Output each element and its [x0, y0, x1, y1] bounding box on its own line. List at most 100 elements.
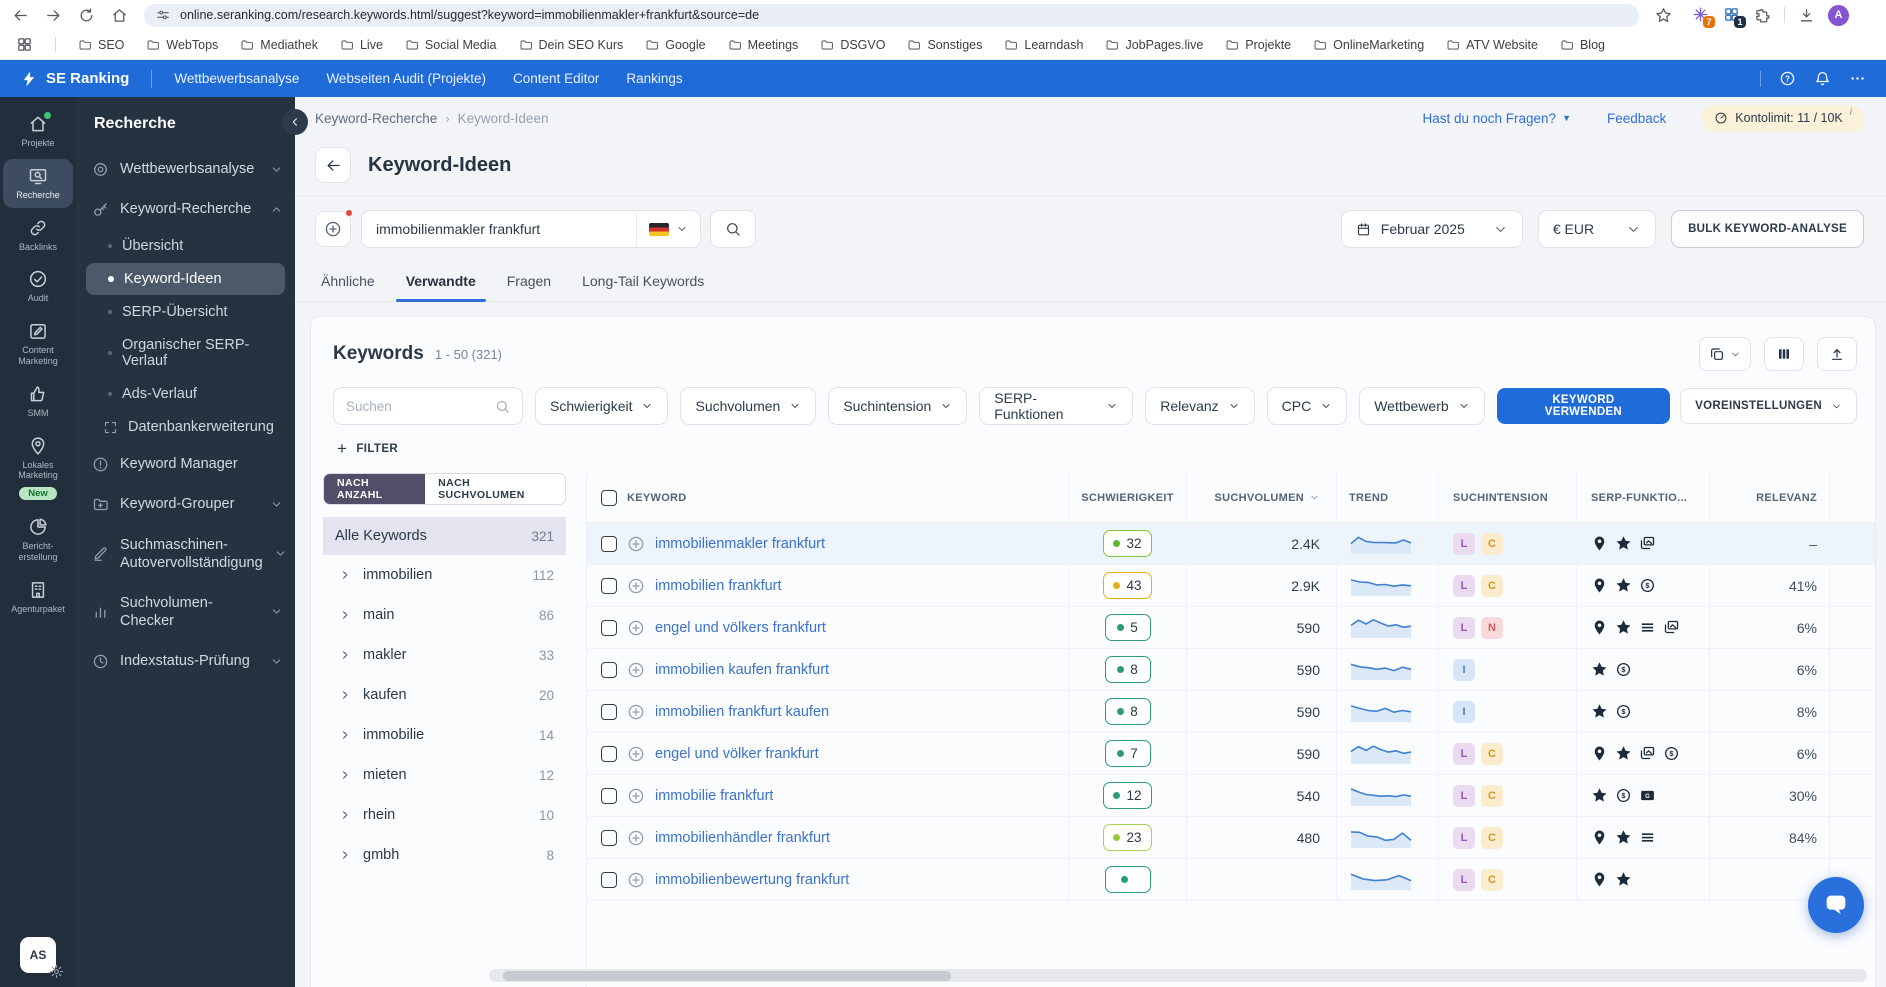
rail-item-backlinks[interactable]: Backlinks	[3, 211, 73, 260]
bookmark-star-icon[interactable]	[1655, 7, 1672, 24]
bulk-analysis-button[interactable]: BULK KEYWORD-ANALYSE	[1671, 210, 1864, 248]
rail-item-agenturpaket[interactable]: Agenturpaket	[3, 573, 73, 622]
sidebar-subitem-datenbankerweiterung[interactable]: Datenbankerweiterung	[86, 411, 285, 443]
tab-verwandte[interactable]: Verwandte	[395, 265, 486, 302]
table-search-input[interactable]	[346, 398, 487, 414]
extension-2[interactable]: 1	[1723, 6, 1746, 28]
row-checkbox[interactable]	[601, 829, 617, 846]
plus-circle-icon[interactable]	[627, 871, 645, 889]
sidebar-item-keyword-manager[interactable]: Keyword Manager	[76, 444, 295, 484]
plus-circle-icon[interactable]	[627, 661, 645, 679]
date-select[interactable]: Februar 2025	[1340, 210, 1523, 248]
keyword-link[interactable]: immobilien frankfurt kaufen	[655, 704, 829, 720]
group-toggle-0[interactable]: NACH ANZAHL	[324, 474, 426, 504]
row-checkbox[interactable]	[601, 787, 617, 804]
plus-circle-icon[interactable]	[627, 829, 645, 847]
keyword-link[interactable]: immobilie frankfurt	[655, 788, 773, 804]
plus-circle-icon[interactable]	[627, 745, 645, 763]
sidebar-item-suchmaschinen-autovervollst-ndigung[interactable]: Suchmaschinen-Autovervollständigung	[76, 525, 295, 583]
topnav-item[interactable]: Webseiten Audit (Projekte)	[326, 71, 486, 86]
home-icon[interactable]	[111, 7, 128, 24]
keyword-link[interactable]: engel und völker frankfurt	[655, 746, 819, 762]
keyword-link[interactable]: immobilien kaufen frankfurt	[655, 662, 829, 678]
row-checkbox[interactable]	[601, 535, 617, 552]
group-item-main[interactable]: main 86	[323, 595, 566, 635]
plus-circle-icon[interactable]	[627, 535, 645, 553]
table-row[interactable]: immobilie frankfurt 12 540 L C $ G 30%	[587, 775, 1875, 817]
tab-long-tail-keywords[interactable]: Long-Tail Keywords	[580, 265, 706, 301]
extension-1[interactable]: 7	[1692, 6, 1715, 28]
rail-item-content-marketing[interactable]: Content Marketing	[3, 314, 73, 374]
search-button[interactable]	[710, 210, 756, 248]
tab-fragen[interactable]: Fragen	[505, 265, 553, 301]
filter-pill-cpc[interactable]: CPC	[1266, 387, 1348, 425]
table-row[interactable]: immobilien frankfurt kaufen 8 590 I $8%	[587, 691, 1875, 733]
back-icon[interactable]	[12, 7, 29, 24]
rail-item-bericht-erstellung[interactable]: Bericht-erstellung	[3, 510, 73, 570]
filter-pill-suchvolumen[interactable]: Suchvolumen	[680, 387, 817, 425]
bookmark-item[interactable]: DSGVO	[820, 38, 885, 52]
downloads-icon[interactable]	[1798, 7, 1815, 24]
sidebar-subitem--bersicht[interactable]: Übersicht	[86, 230, 285, 262]
all-keywords-item[interactable]: Alle Keywords 321	[323, 517, 566, 555]
group-item-gmbh[interactable]: gmbh 8	[323, 835, 566, 875]
breadcrumb-parent[interactable]: Keyword-Recherche	[315, 111, 437, 126]
bookmark-item[interactable]: SEO	[78, 38, 124, 52]
region-select[interactable]	[636, 211, 700, 247]
bookmark-item[interactable]: JobPages.live	[1105, 38, 1203, 52]
bookmark-item[interactable]: Projekte	[1225, 38, 1291, 52]
row-checkbox[interactable]	[601, 577, 617, 594]
plus-circle-icon[interactable]	[627, 619, 645, 637]
rail-item-audit[interactable]: Audit	[3, 262, 73, 311]
tab-groups-icon[interactable]	[16, 36, 33, 53]
table-row[interactable]: immobilien kaufen frankfurt 8 590 I $6%	[587, 649, 1875, 691]
filter-pill-wettbewerb[interactable]: Wettbewerb	[1359, 387, 1485, 425]
table-row[interactable]: immobilienbewertung frankfurt L C	[587, 859, 1875, 901]
help-icon[interactable]: ?	[1779, 70, 1796, 87]
bookmark-item[interactable]: Social Media	[405, 38, 497, 52]
group-toggle-1[interactable]: NACH SUCHVOLUMEN	[425, 474, 565, 504]
plus-circle-icon[interactable]	[627, 577, 645, 595]
row-checkbox[interactable]	[601, 871, 617, 888]
bookmark-item[interactable]: Mediathek	[240, 38, 318, 52]
bookmark-item[interactable]: Learndash	[1004, 38, 1083, 52]
table-row[interactable]: immobilienhändler frankfurt 23 480 L C 84%	[587, 817, 1875, 859]
group-item-kaufen[interactable]: kaufen 20	[323, 675, 566, 715]
sidebar-item-keyword-grouper[interactable]: Keyword-Grouper	[76, 484, 295, 524]
keyword-link[interactable]: immobilien frankfurt	[655, 578, 782, 594]
group-item-rhein[interactable]: rhein 10	[323, 795, 566, 835]
gear-icon[interactable]	[49, 964, 64, 979]
keyword-link[interactable]: immobilienbewertung frankfurt	[655, 872, 849, 888]
topnav-item[interactable]: Content Editor	[513, 71, 599, 86]
keyword-link[interactable]: immobilienhändler frankfurt	[655, 830, 830, 846]
use-keyword-button[interactable]: KEYWORD VERWENDEN	[1496, 388, 1671, 424]
group-item-makler[interactable]: makler 33	[323, 635, 566, 675]
url-bar[interactable]: online.seranking.com/research.keywords.h…	[144, 3, 1639, 27]
bookmark-item[interactable]: Blog	[1560, 38, 1605, 52]
rail-item-lokales-marketing[interactable]: Lokales Marketing New	[3, 429, 73, 508]
back-button[interactable]	[315, 147, 351, 183]
filter-pill-relevanz[interactable]: Relevanz	[1145, 387, 1255, 425]
topnav-item[interactable]: Wettbewerbsanalyse	[174, 71, 299, 86]
filter-pill-suchintension[interactable]: Suchintension	[828, 387, 968, 425]
table-row[interactable]: engel und völker frankfurt 7 590 L C $6%	[587, 733, 1875, 775]
row-checkbox[interactable]	[601, 619, 617, 636]
extensions-puzzle-icon[interactable]	[1754, 7, 1771, 24]
row-checkbox[interactable]	[601, 703, 617, 720]
filter-pill-serp-funktionen[interactable]: SERP-Funktionen	[979, 387, 1134, 425]
filter-pill-schwierigkeit[interactable]: Schwierigkeit	[535, 387, 669, 425]
group-item-mieten[interactable]: mieten 12	[323, 755, 566, 795]
browser-avatar[interactable]: A	[1828, 4, 1849, 26]
bookmark-item[interactable]: WebTops	[146, 38, 218, 52]
sidebar-subitem-organischer-serp-verlauf[interactable]: Organischer SERP-Verlauf	[86, 329, 285, 377]
columns-button[interactable]	[1764, 337, 1804, 371]
group-item-immobilie[interactable]: immobilie 14	[323, 715, 566, 755]
brand[interactable]: SE Ranking	[20, 70, 129, 88]
rail-item-recherche[interactable]: Recherche	[3, 158, 73, 208]
horizontal-scrollbar[interactable]	[489, 969, 1867, 982]
export-button[interactable]	[1817, 337, 1857, 371]
add-filter-button[interactable]: + FILTER	[311, 425, 1875, 465]
sidebar-item-suchvolumen-checker[interactable]: Suchvolumen-Checker	[76, 583, 295, 641]
keyword-input[interactable]	[362, 221, 636, 237]
currency-select[interactable]: € EUR	[1537, 210, 1657, 248]
